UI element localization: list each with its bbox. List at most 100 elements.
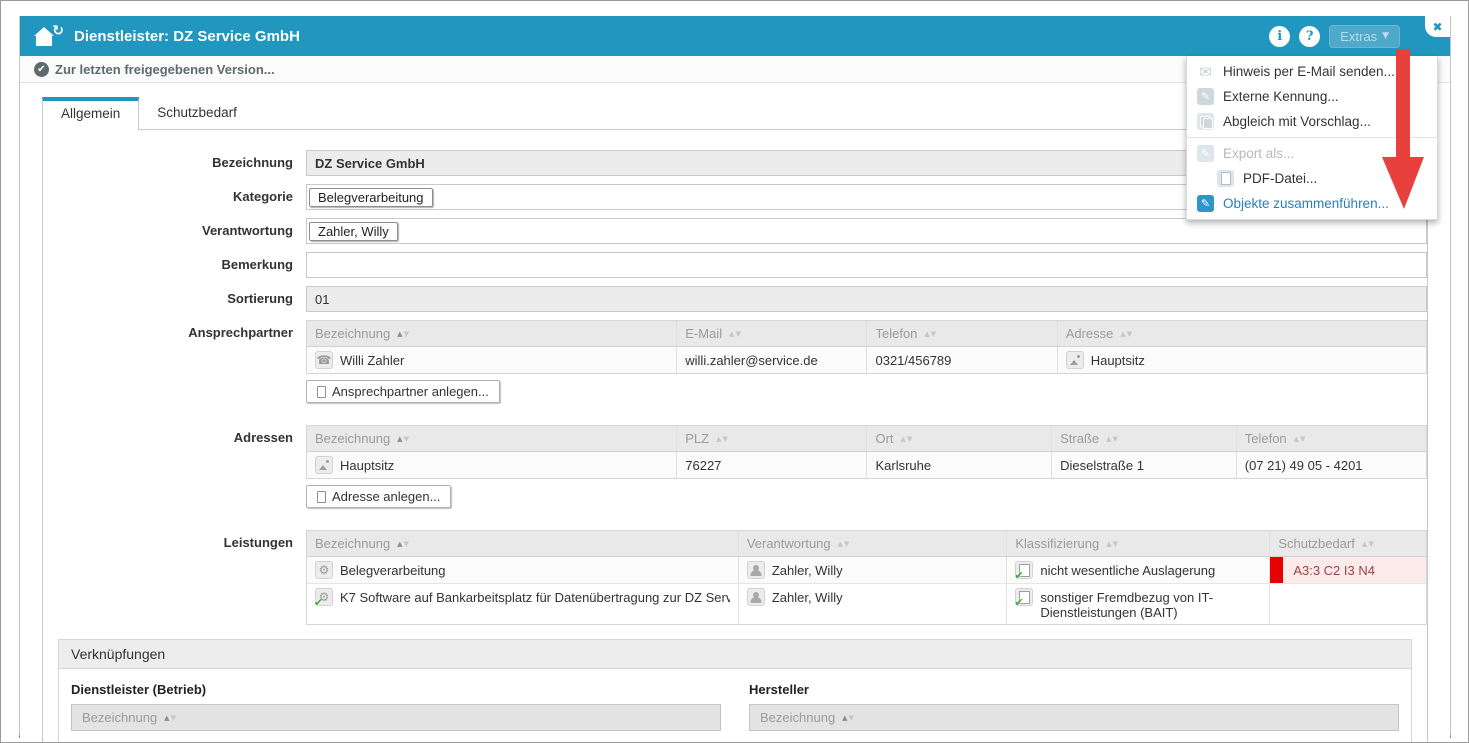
tab-panel-allgemein: Bezeichnung DZ Service GmbH Kategorie Be…: [42, 129, 1428, 743]
sort-icon[interactable]: ▲▼: [1294, 435, 1307, 443]
pdf-icon: [1217, 170, 1234, 187]
help-icon[interactable]: ?: [1299, 26, 1320, 47]
column-header-klassifizierung[interactable]: Klassifizierung▲▼: [1006, 531, 1269, 556]
column-header-ort[interactable]: Ort▲▼: [866, 426, 1051, 451]
verantwortung-field[interactable]: Zahler, Willy: [306, 218, 1427, 244]
sort-icon[interactable]: ▲▼: [901, 435, 914, 443]
column-header-schutzbedarf[interactable]: Schutzbedarf▲▼: [1269, 531, 1426, 556]
last-approved-version-link[interactable]: Zur letzten freigegebenen Version...: [55, 62, 275, 77]
table-row[interactable]: ⚙Belegverarbeitung Zahler, Willy ✔nicht …: [307, 557, 1426, 583]
menu-item-externe-kennung[interactable]: ✎ Externe Kennung...: [1187, 84, 1437, 109]
hersteller-table-header[interactable]: Bezeichnung▲▼: [749, 704, 1399, 731]
sort-icon[interactable]: ▲▼: [397, 540, 410, 548]
menu-item-pdf-datei[interactable]: PDF-Datei...: [1187, 166, 1437, 191]
menu-separator: [1187, 137, 1437, 138]
classification-icon: ✔: [1015, 588, 1033, 606]
titlebar-actions: i ? Extras ▼: [1269, 25, 1436, 48]
table-row[interactable]: Hauptsitz 76227 Karlsruhe Dieselstraße 1…: [307, 452, 1426, 478]
table-row[interactable]: ☎Willi Zahler willi.zahler@service.de 03…: [307, 347, 1426, 373]
column-header-adresse[interactable]: Adresse▲▼: [1057, 321, 1426, 346]
sort-icon[interactable]: ▲▼: [164, 714, 177, 722]
table-row[interactable]: ⚙✔K7 Software auf Bankarbeitsplatz für D…: [307, 583, 1426, 624]
verantwortung-label: Verantwortung: [43, 218, 293, 244]
verknuepfungen-section: Verknüpfungen Dienstleister (Betrieb) Be…: [58, 639, 1412, 743]
create-contact-button[interactable]: Ansprechpartner anlegen...: [306, 380, 500, 403]
sortierung-field[interactable]: 01: [306, 286, 1427, 312]
new-document-icon: [317, 386, 326, 398]
person-icon: [747, 588, 765, 606]
bezeichnung-label: Bezeichnung: [43, 150, 293, 176]
address-icon: [1066, 351, 1084, 369]
dienstleister-betrieb-table-header[interactable]: Bezeichnung▲▼: [71, 704, 721, 731]
sort-icon[interactable]: ▲▼: [1362, 540, 1375, 548]
approved-version-icon: ✔: [34, 62, 49, 77]
chevron-down-icon: ▼: [1382, 31, 1389, 41]
sort-icon[interactable]: ▲▼: [838, 540, 851, 548]
adressen-table: Bezeichnung▲▼ PLZ▲▼ Ort▲▼ Straße▲▼ Telef…: [306, 425, 1427, 479]
menu-item-abgleich-vorschlag[interactable]: Abgleich mit Vorschlag...: [1187, 109, 1437, 134]
protection-level-value: A3:3 C2 I3 N4: [1293, 563, 1375, 578]
form-row-verantwortung: Verantwortung Zahler, Willy: [43, 218, 1427, 244]
column-header-bezeichnung[interactable]: Bezeichnung▲▼: [307, 321, 676, 346]
table-header-row: Bezeichnung▲▼ Verantwortung▲▼ Klassifizi…: [307, 531, 1426, 557]
sort-icon[interactable]: ▲▼: [716, 435, 729, 443]
sort-icon[interactable]: ▲▼: [924, 330, 937, 338]
sort-icon[interactable]: ▲▼: [842, 714, 855, 722]
screenshot-root: ↻ Dienstleister: DZ Service GmbH i ? Ext…: [0, 0, 1469, 743]
column-header-bezeichnung[interactable]: Bezeichnung▲▼: [307, 426, 676, 451]
sort-icon[interactable]: ▲▼: [397, 435, 410, 443]
menu-item-objekte-zusammenfuehren[interactable]: ✎ Objekte zusammenführen...: [1187, 191, 1437, 216]
leistungen-table: Bezeichnung▲▼ Verantwortung▲▼ Klassifizi…: [306, 530, 1427, 625]
page-title: Dienstleister: DZ Service GmbH: [74, 28, 300, 45]
table-header-row: Bezeichnung▲▼ E-Mail▲▼ Telefon▲▼ Adresse…: [307, 321, 1426, 347]
extras-button[interactable]: Extras ▼: [1329, 25, 1400, 48]
column-header-telefon[interactable]: Telefon▲▼: [1236, 426, 1426, 451]
column-header-telefon[interactable]: Telefon▲▼: [866, 321, 1056, 346]
export-icon: ✎: [1197, 145, 1214, 162]
close-icon[interactable]: ✖: [1425, 16, 1450, 37]
tab-allgemein[interactable]: Allgemein: [42, 97, 139, 130]
menu-item-hinweis-email[interactable]: ✉ Hinweis per E-Mail senden...: [1187, 59, 1437, 84]
bemerkung-label: Bemerkung: [43, 252, 293, 278]
sortierung-label: Sortierung: [43, 286, 293, 312]
info-icon[interactable]: i: [1269, 26, 1290, 47]
sort-icon[interactable]: ▲▼: [1106, 540, 1119, 548]
form-row-leistungen: Leistungen Bezeichnung▲▼ Verantwortung▲▼…: [43, 530, 1427, 625]
sort-icon[interactable]: ▲▼: [397, 330, 410, 338]
service-icon: ⚙: [315, 561, 333, 579]
leistungen-label: Leistungen: [43, 530, 293, 556]
dienstleister-betrieb-label: Dienstleister (Betrieb): [71, 682, 721, 697]
sort-icon[interactable]: ▲▼: [1106, 435, 1119, 443]
kategorie-chip[interactable]: Belegverarbeitung: [309, 188, 433, 207]
kategorie-label: Kategorie: [43, 184, 293, 210]
adressen-label: Adressen: [43, 425, 293, 451]
edit-icon: ✎: [1197, 88, 1214, 105]
tab-schutzbedarf[interactable]: Schutzbedarf: [139, 97, 255, 129]
merge-icon: ✎: [1197, 195, 1214, 212]
classification-icon: ✔: [1015, 561, 1033, 579]
dienstleister-betrieb-group: Dienstleister (Betrieb) Bezeichnung▲▼: [71, 682, 721, 731]
verknuepfungen-title: Verknüpfungen: [59, 640, 1411, 669]
extras-button-label: Extras: [1340, 29, 1377, 44]
form-row-sortierung: Sortierung 01: [43, 286, 1427, 312]
new-document-icon: [317, 491, 326, 503]
column-header-strasse[interactable]: Straße▲▼: [1051, 426, 1236, 451]
sort-icon[interactable]: ▲▼: [729, 330, 742, 338]
check-icon: ✔: [1014, 596, 1023, 609]
form-row-bemerkung: Bemerkung: [43, 252, 1427, 278]
service-provider-icon: ↻: [34, 24, 64, 48]
form-row-adressen: Adressen Bezeichnung▲▼ PLZ▲▼ Ort▲▼ Straß…: [43, 425, 1427, 522]
check-icon: ✔: [314, 596, 323, 609]
create-address-button[interactable]: Adresse anlegen...: [306, 485, 451, 508]
form-row-ansprechpartner: Ansprechpartner Bezeichnung▲▼ E-Mail▲▼ T…: [43, 320, 1427, 417]
column-header-email[interactable]: E-Mail▲▼: [676, 321, 866, 346]
check-icon: ✔: [1014, 569, 1023, 582]
verantwortung-chip[interactable]: Zahler, Willy: [309, 222, 398, 241]
column-header-bezeichnung[interactable]: Bezeichnung▲▼: [307, 531, 738, 556]
ansprechpartner-label: Ansprechpartner: [43, 320, 293, 346]
column-header-verantwortung[interactable]: Verantwortung▲▼: [738, 531, 1007, 556]
sort-icon[interactable]: ▲▼: [1120, 330, 1133, 338]
copy-icon: [1197, 113, 1214, 130]
column-header-plz[interactable]: PLZ▲▼: [676, 426, 866, 451]
bemerkung-field[interactable]: [306, 252, 1427, 278]
